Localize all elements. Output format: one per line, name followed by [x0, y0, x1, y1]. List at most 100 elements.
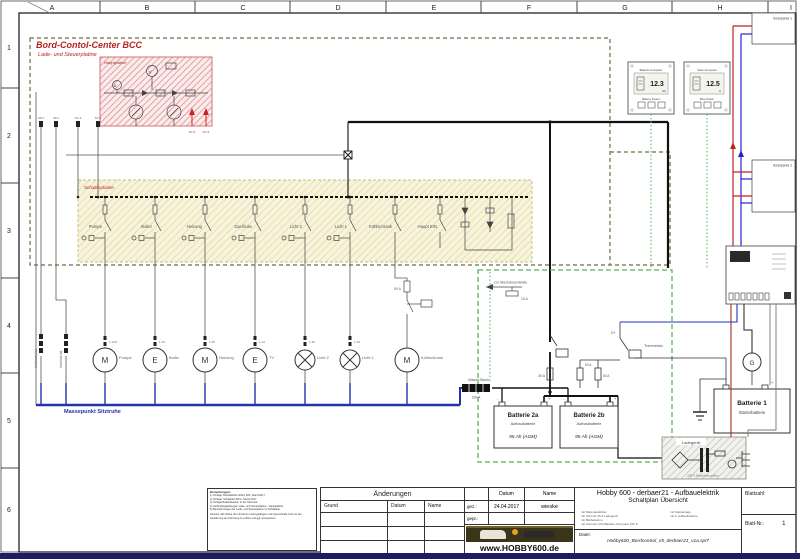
titleblock: Änderungen Grund Datum Name Datum Name g…: [320, 487, 795, 553]
svg-text:Licht 1: Licht 1: [335, 224, 348, 229]
svg-text:Heizung: Heizung: [219, 355, 234, 360]
fuse-label: 50 A: [585, 363, 592, 367]
fridge-relay-coil: [421, 300, 432, 307]
features-left: mit Batteriewächter mit Votronic 25 A La…: [581, 510, 638, 526]
display-unit: A: [719, 89, 721, 93]
svg-text:Boiler: Boiler: [141, 224, 152, 229]
connector-labels: SP.2 SP.1 SC.3 SC.4: [38, 116, 102, 120]
note-line: 5) Bezeichnungen der Lade- und Steuerpla…: [210, 508, 314, 511]
bottom-bar: [0, 553, 800, 559]
sign-col-name: Name: [524, 488, 574, 500]
bcc-subtitle: Lade- und Steuerplatine: [38, 52, 97, 58]
svg-text:Licht 1: Licht 1: [362, 355, 375, 360]
battery-type: Starterbatterie: [739, 410, 766, 415]
col-grund: Grund: [321, 500, 387, 512]
bcc-title: Bord-Contol-Center BCC: [36, 40, 142, 50]
column-letter: F: [527, 5, 531, 12]
aenderungen-row: [321, 526, 387, 540]
battery-capacity: 95 Ah (AGM): [509, 434, 537, 440]
socket-branch: [486, 284, 522, 296]
camper-icon: [524, 531, 554, 538]
row-number: 1: [7, 45, 11, 52]
blattnr-cell: Blatt-Nr.: 1: [741, 514, 796, 554]
gez-label: gez.:: [464, 500, 488, 512]
svg-text:1.15: 1.15: [209, 340, 215, 344]
load-labels: Pumpe Boiler Heizung TV Licht 2 Licht 1 …: [119, 355, 443, 360]
column-letter: H: [717, 5, 722, 12]
aenderungen-row: [387, 512, 424, 526]
aenderungen-row: [424, 526, 464, 540]
column-letter: D: [335, 5, 340, 12]
solar-regulator: [726, 246, 795, 304]
display-battery-computer: Batterie-Computer 12.3 Ah Battery Power: [628, 62, 674, 114]
masse-block-label: Masse-Block: [468, 378, 489, 382]
svg-text:1.16: 1.16: [309, 340, 315, 344]
gepr-label: gepr.:: [464, 512, 488, 524]
blattnr-label: Blatt-Nr.:: [745, 521, 764, 527]
charger-note: 230 V Anschluss außen: [687, 474, 719, 478]
display-caption: Blue Power: [700, 97, 714, 101]
row-number: 3: [7, 228, 11, 235]
svg-text:E: E: [152, 356, 157, 365]
svg-text:Kühlschrank: Kühlschrank: [369, 224, 393, 229]
ground-bus-label: Massepunkt Sitztruhe: [64, 409, 121, 415]
minus-sign: -: [497, 396, 499, 401]
masse-block-fuse: 150 A: [472, 396, 481, 400]
svg-text:1.18: 1.18: [354, 340, 360, 344]
aenderungen-header: Änderungen: [321, 488, 464, 500]
display-value: 12.5: [706, 81, 720, 88]
display-header: Batterie-Computer: [640, 68, 663, 72]
svg-text:Licht 2: Licht 2: [317, 355, 330, 360]
svg-text:Pumpe: Pumpe: [89, 224, 103, 229]
row-number: 2: [7, 133, 11, 140]
battery-name: Batterie 2a: [508, 413, 539, 419]
features-right: mit Solaranlage mit 2. Aufbaubatterie: [670, 510, 698, 518]
row-numbers: 1 2 3 4 5 6: [7, 45, 11, 514]
display-solar-computer: Solar-Computer 12.5 A Blue Power: [684, 62, 730, 114]
load-fuse-labels: 1.1/10 1.19 1.15 1.14 1.16 1.18: [109, 340, 360, 344]
svg-text:M: M: [404, 356, 411, 365]
mainboard: Hauptplatine V A: [100, 57, 212, 126]
outlet-label: Außensteckd.: [34, 348, 38, 368]
display-value: 12.3: [650, 81, 664, 88]
battery-2a: Batterie 2a Aufbaubatterie 95 Ah (AGM) -…: [494, 396, 552, 448]
arrow-label: SC.5: [189, 130, 196, 134]
bcc-connectors: [39, 121, 100, 127]
column-letter: I: [790, 5, 792, 12]
svg-text:Dachluke: Dachluke: [235, 224, 253, 229]
fridge-fuse-label: 50 A: [394, 287, 402, 291]
schematic-sheet: A B C D E F G H I 1 2 3 4 5 6 Bord-Conto…: [0, 0, 800, 559]
display-caption: Battery Power: [642, 97, 660, 101]
fridge-fuse: [404, 281, 410, 292]
aenderungen-row: [387, 526, 424, 540]
svg-text:SP.2: SP.2: [38, 116, 44, 120]
switchboard-label: Schalterplatine: [84, 185, 114, 190]
svg-text:Heizung: Heizung: [187, 224, 203, 229]
aenderungen-row: [387, 540, 424, 554]
svg-text:Boiler: Boiler: [169, 355, 180, 360]
aenderungen-row: [424, 540, 464, 554]
column-letter: A: [50, 5, 55, 12]
datei-label: Datei:: [579, 532, 591, 537]
panel-label: Solarpanel 2: [773, 164, 792, 168]
socket-note: zur Steckdosenleiste: [494, 281, 527, 285]
svg-text:Kühlschrank: Kühlschrank: [421, 355, 443, 360]
solar-wires: [730, 26, 752, 248]
charger: Ladegerät 230 V Anschluss außen: [662, 437, 750, 479]
gepr-name: [524, 512, 574, 524]
camper-icon: [480, 530, 506, 539]
logo-cell: www.HOBBY600.de: [464, 524, 574, 554]
battery-capacity: 95 Ah (AGM): [575, 434, 603, 440]
svg-text:Pumpe: Pumpe: [119, 355, 132, 360]
display-header: Solar-Computer: [697, 68, 717, 72]
plus-sign: +: [771, 380, 774, 385]
col-name: Name: [424, 500, 464, 512]
column-letter: E: [432, 5, 437, 12]
row-number: 5: [7, 418, 11, 425]
svg-text:Licht 2: Licht 2: [290, 224, 303, 229]
svg-text:1.1/10: 1.1/10: [109, 340, 118, 344]
display-unit: Ah: [662, 89, 666, 93]
logo-image: [466, 526, 573, 542]
battery-name: Batterie 2b: [573, 413, 604, 419]
title-cell: Hobby 600 - derbaer21 - Aufbauelektrik S…: [574, 488, 741, 529]
